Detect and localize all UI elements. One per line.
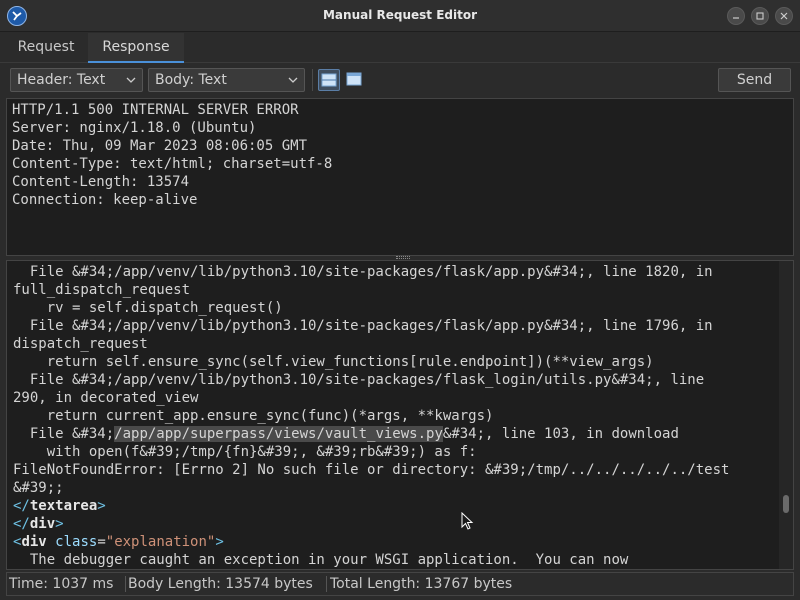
body-line: &#39;;	[13, 480, 64, 496]
response-header-pane[interactable]: HTTP/1.1 500 INTERNAL SERVER ERROR Serve…	[6, 98, 794, 256]
body-line: <div class="explanation">	[13, 533, 729, 551]
chevron-down-icon	[126, 77, 136, 83]
body-line: The debugger caught an exception in your…	[13, 552, 629, 568]
status-total-length: Total Length: 13767 bytes	[330, 576, 513, 592]
header-line: HTTP/1.1 500 INTERNAL SERVER ERROR	[12, 102, 299, 118]
status-bar: Time: 1037 ms Body Length: 13574 bytes T…	[6, 572, 794, 596]
header-view-label: Header: Text	[17, 72, 106, 88]
tag-bracket: </	[13, 498, 30, 514]
body-text: File &#34;	[13, 426, 115, 442]
body-line: with open(f&#39;/tmp/{fn}&#39;, &#39;rb&…	[13, 444, 477, 460]
title-bar: Manual Request Editor	[0, 0, 800, 32]
tag-bracket: </	[13, 516, 30, 532]
body-line: rv = self.dispatch_request()	[13, 300, 283, 316]
editor-tabs: Request Response	[0, 33, 800, 63]
body-scrollbar[interactable]	[779, 261, 793, 569]
body-text: &#34;, line 103, in download	[442, 426, 679, 442]
toolbar: Header: Text Body: Text Send	[0, 63, 800, 97]
header-view-select[interactable]: Header: Text	[10, 68, 143, 92]
body-line: return current_app.ensure_sync(func)(*ar…	[13, 408, 494, 424]
body-line: </div>	[13, 515, 729, 533]
toolbar-divider	[312, 69, 313, 91]
tag-bracket: >	[97, 498, 106, 514]
body-line: File &#34;/app/venv/lib/python3.10/site-…	[13, 264, 713, 280]
body-line: return self.ensure_sync(self.view_functi…	[13, 354, 654, 370]
body-line: </textarea>	[13, 497, 729, 515]
splitter-grip-icon[interactable]	[396, 256, 410, 259]
send-button[interactable]: Send	[718, 68, 791, 92]
body-line: full_dispatch_request	[13, 282, 191, 298]
header-line: Date: Thu, 09 Mar 2023 08:06:05 GMT	[12, 138, 308, 154]
maximize-icon[interactable]	[751, 7, 769, 25]
tab-request[interactable]: Request	[6, 33, 86, 63]
body-line: File &#34;/app/venv/lib/python3.10/site-…	[13, 372, 705, 388]
tag-name: div	[29, 516, 56, 532]
status-divider	[125, 576, 126, 592]
tag-bracket: >	[215, 534, 224, 550]
window-title: Manual Request Editor	[322, 8, 478, 22]
tag-name: div	[21, 534, 47, 550]
body-line: dispatch_request	[13, 336, 148, 352]
tab-response[interactable]: Response	[88, 33, 184, 63]
split-horizontal-icon[interactable]	[318, 69, 340, 91]
minimize-icon[interactable]	[727, 7, 745, 25]
status-body-length: Body Length: 13574 bytes	[128, 576, 313, 592]
header-line: Content-Type: text/html; charset=utf-8	[12, 156, 333, 172]
header-line: Content-Length: 13574	[12, 174, 190, 190]
attr-name: class	[55, 534, 98, 550]
tag-name: textarea	[29, 498, 98, 514]
single-pane-icon[interactable]	[344, 69, 366, 91]
body-line: File &#34;/app/venv/lib/python3.10/site-…	[13, 318, 713, 334]
scrollbar-thumb[interactable]	[783, 495, 789, 513]
response-body-pane[interactable]: File &#34;/app/venv/lib/python3.10/site-…	[6, 260, 794, 570]
body-line: 290, in decorated_view	[13, 390, 199, 406]
body-line: FileNotFoundError: [Errno 2] No such fil…	[13, 462, 730, 478]
chevron-down-icon	[288, 77, 298, 83]
close-icon[interactable]	[775, 7, 793, 25]
header-line: Connection: keep-alive	[12, 192, 198, 208]
body-view-label: Body: Text	[155, 72, 227, 88]
highlighted-path: /app/app/superpass/views/vault_views.py	[114, 426, 443, 442]
mouse-cursor-icon	[461, 512, 474, 530]
attr-value: "explanation"	[105, 534, 216, 550]
status-divider	[326, 576, 327, 592]
attr-eq: =	[97, 534, 106, 550]
header-line: Server: nginx/1.18.0 (Ubuntu)	[12, 120, 257, 136]
body-view-select[interactable]: Body: Text	[148, 68, 305, 92]
status-time: Time: 1037 ms	[9, 576, 114, 592]
tag-bracket: >	[55, 516, 64, 532]
body-line: File &#34;/app/app/superpass/views/vault…	[13, 425, 729, 443]
